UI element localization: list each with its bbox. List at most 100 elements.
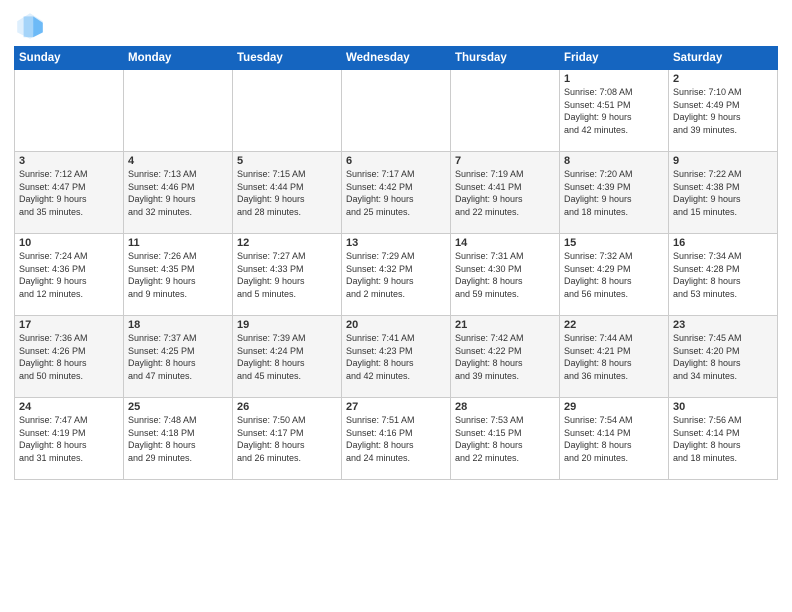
day-info: Sunrise: 7:34 AM Sunset: 4:28 PM Dayligh… [673, 250, 773, 300]
day-info: Sunrise: 7:29 AM Sunset: 4:32 PM Dayligh… [346, 250, 446, 300]
day-info: Sunrise: 7:08 AM Sunset: 4:51 PM Dayligh… [564, 86, 664, 136]
weekday-header-cell: Saturday [669, 47, 778, 70]
weekday-header-cell: Sunday [15, 47, 124, 70]
day-number: 24 [19, 401, 119, 413]
weekday-header-cell: Thursday [451, 47, 560, 70]
day-info: Sunrise: 7:50 AM Sunset: 4:17 PM Dayligh… [237, 414, 337, 464]
calendar: SundayMondayTuesdayWednesdayThursdayFrid… [14, 46, 778, 480]
calendar-day: 21Sunrise: 7:42 AM Sunset: 4:22 PM Dayli… [451, 316, 560, 398]
day-info: Sunrise: 7:39 AM Sunset: 4:24 PM Dayligh… [237, 332, 337, 382]
day-info: Sunrise: 7:20 AM Sunset: 4:39 PM Dayligh… [564, 168, 664, 218]
day-number: 12 [237, 237, 337, 249]
day-number: 14 [455, 237, 555, 249]
day-info: Sunrise: 7:19 AM Sunset: 4:41 PM Dayligh… [455, 168, 555, 218]
day-number: 29 [564, 401, 664, 413]
calendar-day: 13Sunrise: 7:29 AM Sunset: 4:32 PM Dayli… [342, 234, 451, 316]
day-info: Sunrise: 7:24 AM Sunset: 4:36 PM Dayligh… [19, 250, 119, 300]
weekday-header-cell: Tuesday [233, 47, 342, 70]
day-number: 10 [19, 237, 119, 249]
day-info: Sunrise: 7:41 AM Sunset: 4:23 PM Dayligh… [346, 332, 446, 382]
weekday-header-cell: Wednesday [342, 47, 451, 70]
day-info: Sunrise: 7:22 AM Sunset: 4:38 PM Dayligh… [673, 168, 773, 218]
day-number: 17 [19, 319, 119, 331]
calendar-day: 17Sunrise: 7:36 AM Sunset: 4:26 PM Dayli… [15, 316, 124, 398]
calendar-day: 25Sunrise: 7:48 AM Sunset: 4:18 PM Dayli… [124, 398, 233, 480]
day-info: Sunrise: 7:51 AM Sunset: 4:16 PM Dayligh… [346, 414, 446, 464]
day-info: Sunrise: 7:10 AM Sunset: 4:49 PM Dayligh… [673, 86, 773, 136]
calendar-day: 22Sunrise: 7:44 AM Sunset: 4:21 PM Dayli… [560, 316, 669, 398]
calendar-day [124, 70, 233, 152]
calendar-day: 27Sunrise: 7:51 AM Sunset: 4:16 PM Dayli… [342, 398, 451, 480]
calendar-day: 4Sunrise: 7:13 AM Sunset: 4:46 PM Daylig… [124, 152, 233, 234]
day-number: 13 [346, 237, 446, 249]
day-number: 20 [346, 319, 446, 331]
day-number: 28 [455, 401, 555, 413]
day-number: 8 [564, 155, 664, 167]
day-info: Sunrise: 7:31 AM Sunset: 4:30 PM Dayligh… [455, 250, 555, 300]
calendar-day: 30Sunrise: 7:56 AM Sunset: 4:14 PM Dayli… [669, 398, 778, 480]
day-number: 6 [346, 155, 446, 167]
day-number: 1 [564, 73, 664, 85]
calendar-day [15, 70, 124, 152]
day-number: 9 [673, 155, 773, 167]
day-number: 2 [673, 73, 773, 85]
day-number: 16 [673, 237, 773, 249]
calendar-body: 1Sunrise: 7:08 AM Sunset: 4:51 PM Daylig… [15, 70, 778, 480]
calendar-day: 7Sunrise: 7:19 AM Sunset: 4:41 PM Daylig… [451, 152, 560, 234]
calendar-day: 2Sunrise: 7:10 AM Sunset: 4:49 PM Daylig… [669, 70, 778, 152]
day-info: Sunrise: 7:12 AM Sunset: 4:47 PM Dayligh… [19, 168, 119, 218]
day-info: Sunrise: 7:36 AM Sunset: 4:26 PM Dayligh… [19, 332, 119, 382]
calendar-day: 15Sunrise: 7:32 AM Sunset: 4:29 PM Dayli… [560, 234, 669, 316]
calendar-day [233, 70, 342, 152]
page-container: SundayMondayTuesdayWednesdayThursdayFrid… [0, 0, 792, 486]
calendar-week: 1Sunrise: 7:08 AM Sunset: 4:51 PM Daylig… [15, 70, 778, 152]
day-number: 4 [128, 155, 228, 167]
calendar-day: 19Sunrise: 7:39 AM Sunset: 4:24 PM Dayli… [233, 316, 342, 398]
day-number: 23 [673, 319, 773, 331]
calendar-day: 5Sunrise: 7:15 AM Sunset: 4:44 PM Daylig… [233, 152, 342, 234]
calendar-week: 3Sunrise: 7:12 AM Sunset: 4:47 PM Daylig… [15, 152, 778, 234]
calendar-day: 20Sunrise: 7:41 AM Sunset: 4:23 PM Dayli… [342, 316, 451, 398]
calendar-day: 28Sunrise: 7:53 AM Sunset: 4:15 PM Dayli… [451, 398, 560, 480]
calendar-week: 10Sunrise: 7:24 AM Sunset: 4:36 PM Dayli… [15, 234, 778, 316]
day-info: Sunrise: 7:32 AM Sunset: 4:29 PM Dayligh… [564, 250, 664, 300]
weekday-header: SundayMondayTuesdayWednesdayThursdayFrid… [15, 47, 778, 70]
day-info: Sunrise: 7:27 AM Sunset: 4:33 PM Dayligh… [237, 250, 337, 300]
day-info: Sunrise: 7:26 AM Sunset: 4:35 PM Dayligh… [128, 250, 228, 300]
day-number: 19 [237, 319, 337, 331]
day-info: Sunrise: 7:56 AM Sunset: 4:14 PM Dayligh… [673, 414, 773, 464]
day-number: 22 [564, 319, 664, 331]
day-number: 5 [237, 155, 337, 167]
logo-icon [14, 10, 46, 42]
day-number: 21 [455, 319, 555, 331]
day-number: 18 [128, 319, 228, 331]
day-info: Sunrise: 7:47 AM Sunset: 4:19 PM Dayligh… [19, 414, 119, 464]
day-info: Sunrise: 7:53 AM Sunset: 4:15 PM Dayligh… [455, 414, 555, 464]
calendar-week: 24Sunrise: 7:47 AM Sunset: 4:19 PM Dayli… [15, 398, 778, 480]
day-info: Sunrise: 7:48 AM Sunset: 4:18 PM Dayligh… [128, 414, 228, 464]
calendar-day: 29Sunrise: 7:54 AM Sunset: 4:14 PM Dayli… [560, 398, 669, 480]
calendar-day: 24Sunrise: 7:47 AM Sunset: 4:19 PM Dayli… [15, 398, 124, 480]
calendar-day: 12Sunrise: 7:27 AM Sunset: 4:33 PM Dayli… [233, 234, 342, 316]
day-info: Sunrise: 7:44 AM Sunset: 4:21 PM Dayligh… [564, 332, 664, 382]
day-number: 3 [19, 155, 119, 167]
day-number: 27 [346, 401, 446, 413]
day-info: Sunrise: 7:54 AM Sunset: 4:14 PM Dayligh… [564, 414, 664, 464]
weekday-header-cell: Monday [124, 47, 233, 70]
calendar-day [342, 70, 451, 152]
day-number: 7 [455, 155, 555, 167]
logo [14, 10, 50, 42]
calendar-day: 10Sunrise: 7:24 AM Sunset: 4:36 PM Dayli… [15, 234, 124, 316]
day-info: Sunrise: 7:42 AM Sunset: 4:22 PM Dayligh… [455, 332, 555, 382]
day-info: Sunrise: 7:15 AM Sunset: 4:44 PM Dayligh… [237, 168, 337, 218]
calendar-day [451, 70, 560, 152]
calendar-day: 11Sunrise: 7:26 AM Sunset: 4:35 PM Dayli… [124, 234, 233, 316]
calendar-day: 14Sunrise: 7:31 AM Sunset: 4:30 PM Dayli… [451, 234, 560, 316]
calendar-day: 23Sunrise: 7:45 AM Sunset: 4:20 PM Dayli… [669, 316, 778, 398]
day-info: Sunrise: 7:37 AM Sunset: 4:25 PM Dayligh… [128, 332, 228, 382]
calendar-week: 17Sunrise: 7:36 AM Sunset: 4:26 PM Dayli… [15, 316, 778, 398]
calendar-day: 6Sunrise: 7:17 AM Sunset: 4:42 PM Daylig… [342, 152, 451, 234]
calendar-day: 9Sunrise: 7:22 AM Sunset: 4:38 PM Daylig… [669, 152, 778, 234]
day-info: Sunrise: 7:17 AM Sunset: 4:42 PM Dayligh… [346, 168, 446, 218]
calendar-day: 3Sunrise: 7:12 AM Sunset: 4:47 PM Daylig… [15, 152, 124, 234]
